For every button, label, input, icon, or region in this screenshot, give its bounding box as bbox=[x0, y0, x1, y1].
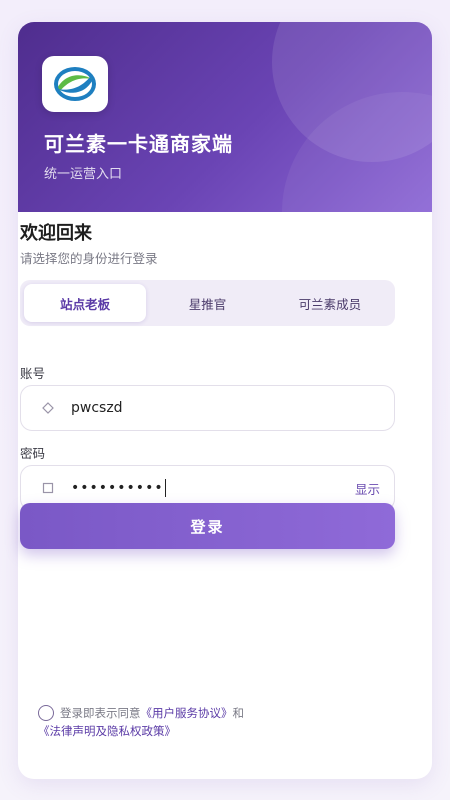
login-button[interactable]: 登录 bbox=[20, 503, 395, 549]
show-password-button[interactable]: 显示 bbox=[355, 479, 380, 498]
tab-star-promoter[interactable]: 星推官 bbox=[146, 284, 268, 322]
agreement-and: 和 bbox=[232, 706, 245, 720]
square-icon bbox=[41, 481, 55, 495]
app-subtitle: 统一运营入口 bbox=[44, 167, 123, 182]
welcome-title: 欢迎回来 bbox=[20, 223, 92, 244]
app-logo bbox=[42, 56, 108, 112]
agreement-text: 登录即表示同意《用户服务协议》和《法律声明及隐私权政策》 bbox=[38, 704, 378, 740]
diamond-icon bbox=[41, 401, 55, 415]
user-agreement-link[interactable]: 《用户服务协议》 bbox=[141, 706, 233, 720]
account-label: 账号 bbox=[20, 366, 46, 381]
account-field[interactable] bbox=[20, 385, 395, 431]
account-input[interactable] bbox=[71, 400, 380, 416]
tab-member[interactable]: 可兰素成员 bbox=[269, 284, 391, 322]
password-masked-value: •••••••••• bbox=[71, 480, 164, 496]
text-caret bbox=[164, 479, 166, 497]
password-label: 密码 bbox=[20, 446, 46, 461]
welcome-subtitle: 请选择您的身份进行登录 bbox=[20, 251, 158, 266]
app-title: 可兰素一卡通商家端 bbox=[44, 132, 233, 156]
header-banner: 可兰素一卡通商家端 统一运营入口 bbox=[18, 22, 432, 212]
agreement-checkbox[interactable] bbox=[38, 705, 54, 721]
tab-site-owner[interactable]: 站点老板 bbox=[24, 284, 147, 322]
password-input[interactable]: •••••••••• bbox=[71, 479, 355, 497]
role-tabs: 站点老板 星推官 可兰素成员 bbox=[20, 280, 395, 326]
leaf-swirl-logo bbox=[54, 67, 96, 101]
privacy-policy-link[interactable]: 《法律声明及隐私权政策》 bbox=[38, 724, 176, 738]
agreement-prefix: 登录即表示同意 bbox=[60, 706, 141, 720]
